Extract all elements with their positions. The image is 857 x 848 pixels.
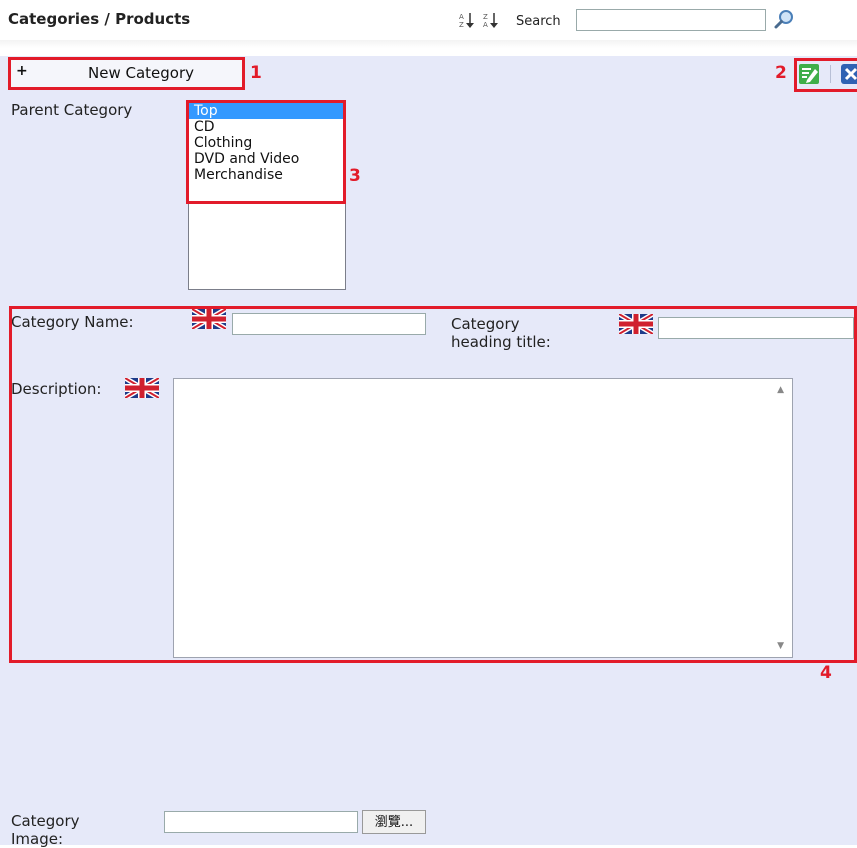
category-image-label-line2: Image: — [11, 830, 64, 848]
svg-text:A: A — [459, 13, 464, 21]
icon-divider — [830, 65, 831, 83]
annotation-marker-2: 2 — [775, 63, 787, 83]
header-divider — [0, 40, 857, 48]
sort-descending-icon[interactable]: Z A — [482, 11, 504, 29]
svg-text:Z: Z — [483, 13, 488, 21]
svg-text:Z: Z — [459, 21, 464, 29]
category-image-file-input[interactable] — [164, 811, 358, 833]
annotation-marker-3: 3 — [349, 166, 361, 186]
close-icon[interactable] — [840, 63, 857, 85]
annotation-box-4 — [9, 306, 857, 663]
category-image-label-line1: Category — [11, 812, 80, 830]
search-input[interactable] — [576, 9, 766, 31]
svg-text:A: A — [483, 21, 488, 29]
annotation-marker-4: 4 — [820, 663, 832, 683]
browse-button[interactable]: 瀏覽... — [362, 810, 426, 834]
page-title: Categories / Products — [8, 10, 191, 28]
parent-category-label: Parent Category — [11, 101, 133, 119]
magnifier-icon[interactable] — [772, 8, 796, 32]
top-bar: Categories / Products A Z Z A Search — [0, 0, 857, 40]
sort-ascending-icon[interactable]: A Z — [458, 11, 480, 29]
edit-icon[interactable] — [798, 63, 820, 85]
annotation-box-3 — [186, 100, 346, 204]
annotation-marker-1: 1 — [250, 63, 262, 83]
annotation-box-1 — [8, 57, 245, 90]
search-label: Search — [516, 14, 561, 29]
